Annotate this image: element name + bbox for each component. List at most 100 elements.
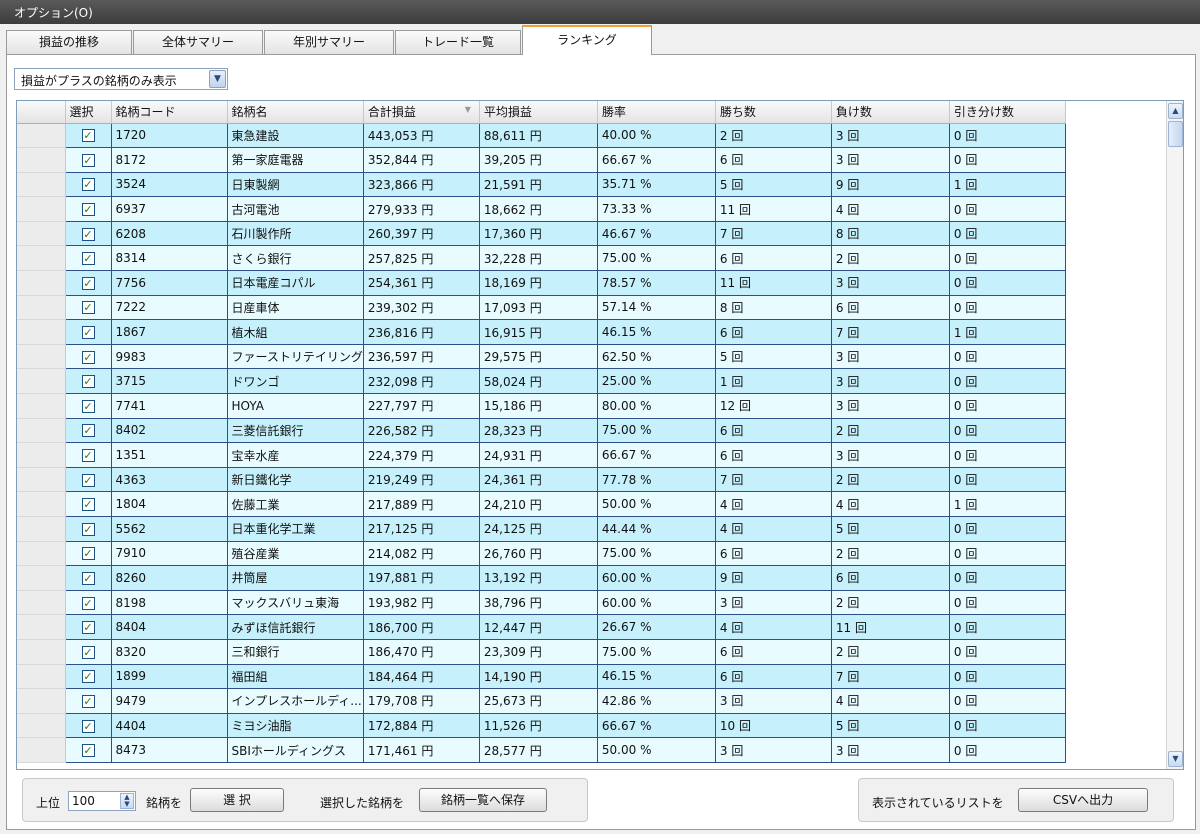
save-to-list-button[interactable]: 銘柄一覧へ保存 [419, 788, 547, 812]
select-checkbox[interactable]: ✓ [81, 498, 95, 512]
table-row[interactable]: ✓ 7741 HOYA 227,797 円 15,186 円 80.00 % 12 回3 回… [17, 393, 1066, 419]
select-checkbox[interactable]: ✓ [81, 547, 95, 561]
tab-profit-trend[interactable]: 損益の推移 [6, 30, 132, 54]
row-header[interactable] [17, 737, 66, 763]
table-row[interactable]: ✓ 1720 東急建設 443,053 円 88,611 円 40.00 % 2 回3 回0… [17, 123, 1066, 149]
scroll-thumb[interactable] [1168, 121, 1183, 147]
select-checkbox[interactable]: ✓ [81, 719, 95, 733]
row-header[interactable] [17, 295, 66, 321]
row-header[interactable] [17, 123, 66, 149]
select-checkbox[interactable]: ✓ [81, 375, 95, 389]
select-checkbox[interactable]: ✓ [81, 424, 95, 438]
table-row[interactable]: ✓ 1804 佐藤工業 217,889 円 24,210 円 50.00 % 4 回4 回1… [17, 491, 1066, 517]
table-row[interactable]: ✓ 8473 SBIホールディングス 171,461 円 28,577 円 50.00 %… [17, 737, 1066, 763]
select-checkbox[interactable]: ✓ [81, 645, 95, 659]
row-header[interactable] [17, 467, 66, 493]
select-checkbox[interactable]: ✓ [81, 596, 95, 610]
select-checkbox[interactable]: ✓ [81, 129, 95, 143]
row-header[interactable] [17, 245, 66, 272]
select-checkbox[interactable]: ✓ [81, 301, 95, 315]
table-row[interactable]: ✓ 5562 日本重化学工業 217,125 円 24,125 円 44.44 % 4 回5… [17, 516, 1066, 542]
row-header[interactable] [17, 639, 66, 665]
col-header-avg-profit[interactable]: 平均損益 [479, 101, 598, 124]
row-header[interactable] [17, 688, 66, 714]
row-header[interactable] [17, 491, 66, 517]
table-row[interactable]: ✓ 4404 ミヨシ油脂 172,884 円 11,526 円 66.67 % 10 回5 … [17, 713, 1066, 739]
select-checkbox[interactable]: ✓ [81, 449, 95, 463]
col-header-wins[interactable]: 勝ち数 [715, 101, 832, 124]
table-row[interactable]: ✓ 8314 さくら銀行 257,825 円 32,228 円 75.00 % 6 回2 回… [17, 245, 1066, 272]
row-header[interactable] [17, 664, 66, 690]
col-header-name[interactable]: 銘柄名 [227, 101, 364, 124]
table-row[interactable]: ✓ 7910 殖谷産業 214,082 円 26,760 円 75.00 % 6 回2 回0… [17, 541, 1066, 567]
col-header-losses[interactable]: 負け数 [831, 101, 950, 124]
table-row[interactable]: ✓ 7756 日本電産コパル 254,361 円 18,169 円 78.57 % 11 回… [17, 270, 1066, 296]
select-checkbox[interactable]: ✓ [81, 227, 95, 241]
table-row[interactable]: ✓ 9983 ファーストリテイリング 236,597 円 29,575 円 62.50 %… [17, 344, 1066, 370]
row-header[interactable] [17, 344, 66, 370]
row-header[interactable] [17, 196, 66, 222]
row-header[interactable] [17, 319, 66, 345]
col-header-win-rate[interactable]: 勝率 [597, 101, 716, 124]
select-checkbox[interactable]: ✓ [81, 694, 95, 708]
tab-yearly-summary[interactable]: 年別サマリー [264, 30, 394, 54]
row-header[interactable] [17, 442, 66, 468]
scroll-up-icon[interactable]: ▲ [1168, 103, 1183, 119]
csv-export-button[interactable]: CSVへ出力 [1018, 788, 1148, 812]
select-checkbox[interactable]: ✓ [81, 252, 95, 266]
col-header-select[interactable]: 選択 [65, 101, 112, 124]
table-row[interactable]: ✓ 8172 第一家庭電器 352,844 円 39,205 円 66.67 % 6 回3 … [17, 147, 1066, 173]
table-row[interactable]: ✓ 1867 植木組 236,816 円 16,915 円 46.15 % 6 回7 回1 … [17, 319, 1066, 345]
filter-dropdown[interactable]: 損益がプラスの銘柄のみ表示 ▼ [14, 68, 228, 90]
table-row[interactable]: ✓ 8402 三菱信託銀行 226,582 円 28,323 円 75.00 % 6 回2 … [17, 418, 1066, 444]
row-header[interactable] [17, 270, 66, 296]
row-header[interactable] [17, 565, 66, 591]
table-row[interactable]: ✓ 8260 井筒屋 197,881 円 13,192 円 60.00 % 9 回6 回0 … [17, 565, 1066, 591]
row-header[interactable] [17, 713, 66, 739]
row-header[interactable] [17, 516, 66, 542]
select-checkbox[interactable]: ✓ [81, 522, 95, 536]
table-row[interactable]: ✓ 8198 マックスバリュ東海 193,982 円 38,796 円 60.00 % 3 … [17, 590, 1066, 616]
select-checkbox[interactable]: ✓ [81, 571, 95, 585]
select-checkbox[interactable]: ✓ [81, 744, 95, 758]
row-header[interactable] [17, 221, 66, 247]
table-row[interactable]: ✓ 3524 日東製網 323,866 円 21,591 円 35.71 % 5 回9 回1… [17, 172, 1066, 198]
col-header-draws[interactable]: 引き分け数 [949, 101, 1066, 124]
select-checkbox[interactable]: ✓ [81, 203, 95, 217]
row-header[interactable] [17, 172, 66, 198]
top-count-stepper[interactable]: 100 ▲ ▼ [68, 791, 136, 811]
row-header[interactable] [17, 368, 66, 395]
tab-trade-list[interactable]: トレード一覧 [395, 30, 521, 54]
table-row[interactable]: ✓ 6937 古河電池 279,933 円 18,662 円 73.33 % 11 回4 回… [17, 196, 1066, 222]
col-header-total-profit[interactable]: 合計損益 ▼ [363, 101, 480, 124]
table-row[interactable]: ✓ 9479 インプレスホールディ... 179,708 円 25,673 円 42.86… [17, 688, 1066, 714]
row-header[interactable] [17, 393, 66, 419]
table-row[interactable]: ✓ 8404 みずほ信託銀行 186,700 円 12,447 円 26.67 % 4 回1… [17, 614, 1066, 640]
vertical-scrollbar[interactable]: ▲ ▼ [1166, 101, 1183, 769]
stepper-arrows-icon[interactable]: ▲ ▼ [120, 793, 134, 809]
row-header[interactable] [17, 418, 66, 444]
row-header[interactable] [17, 614, 66, 640]
table-row[interactable]: ✓ 8320 三和銀行 186,470 円 23,309 円 75.00 % 6 回2 回0… [17, 639, 1066, 665]
col-header-code[interactable]: 銘柄コード [111, 101, 228, 124]
table-row[interactable]: ✓ 6208 石川製作所 260,397 円 17,360 円 46.67 % 7 回8 回… [17, 221, 1066, 247]
select-checkbox[interactable]: ✓ [81, 350, 95, 364]
options-menu[interactable]: オプション(O) [14, 6, 93, 20]
tab-overall-summary[interactable]: 全体サマリー [133, 30, 263, 54]
scroll-down-icon[interactable]: ▼ [1168, 751, 1183, 767]
select-checkbox[interactable]: ✓ [81, 670, 95, 684]
select-checkbox[interactable]: ✓ [81, 276, 95, 290]
table-row[interactable]: ✓ 7222 日産車体 239,302 円 17,093 円 57.14 % 8 回6 回0… [17, 295, 1066, 321]
table-row[interactable]: ✓ 1899 福田組 184,464 円 14,190 円 46.15 % 6 回7 回0 … [17, 664, 1066, 690]
select-button[interactable]: 選 択 [190, 788, 284, 812]
select-checkbox[interactable]: ✓ [81, 621, 95, 635]
table-row[interactable]: ✓ 1351 宝幸水産 224,379 円 24,931 円 66.67 % 6 回3 回0… [17, 442, 1066, 468]
tab-ranking[interactable]: ランキング [522, 25, 652, 55]
row-header[interactable] [17, 541, 66, 567]
table-row[interactable]: ✓ 3715 ドワンゴ 232,098 円 58,024 円 25.00 % 1 回3 回0… [17, 368, 1066, 395]
row-header[interactable] [17, 590, 66, 616]
row-header[interactable] [17, 147, 66, 173]
table-row[interactable]: ✓ 4363 新日鐵化学 219,249 円 24,361 円 77.78 % 7 回2 回… [17, 467, 1066, 493]
select-checkbox[interactable]: ✓ [81, 399, 95, 413]
chevron-down-icon[interactable]: ▼ [209, 70, 226, 88]
